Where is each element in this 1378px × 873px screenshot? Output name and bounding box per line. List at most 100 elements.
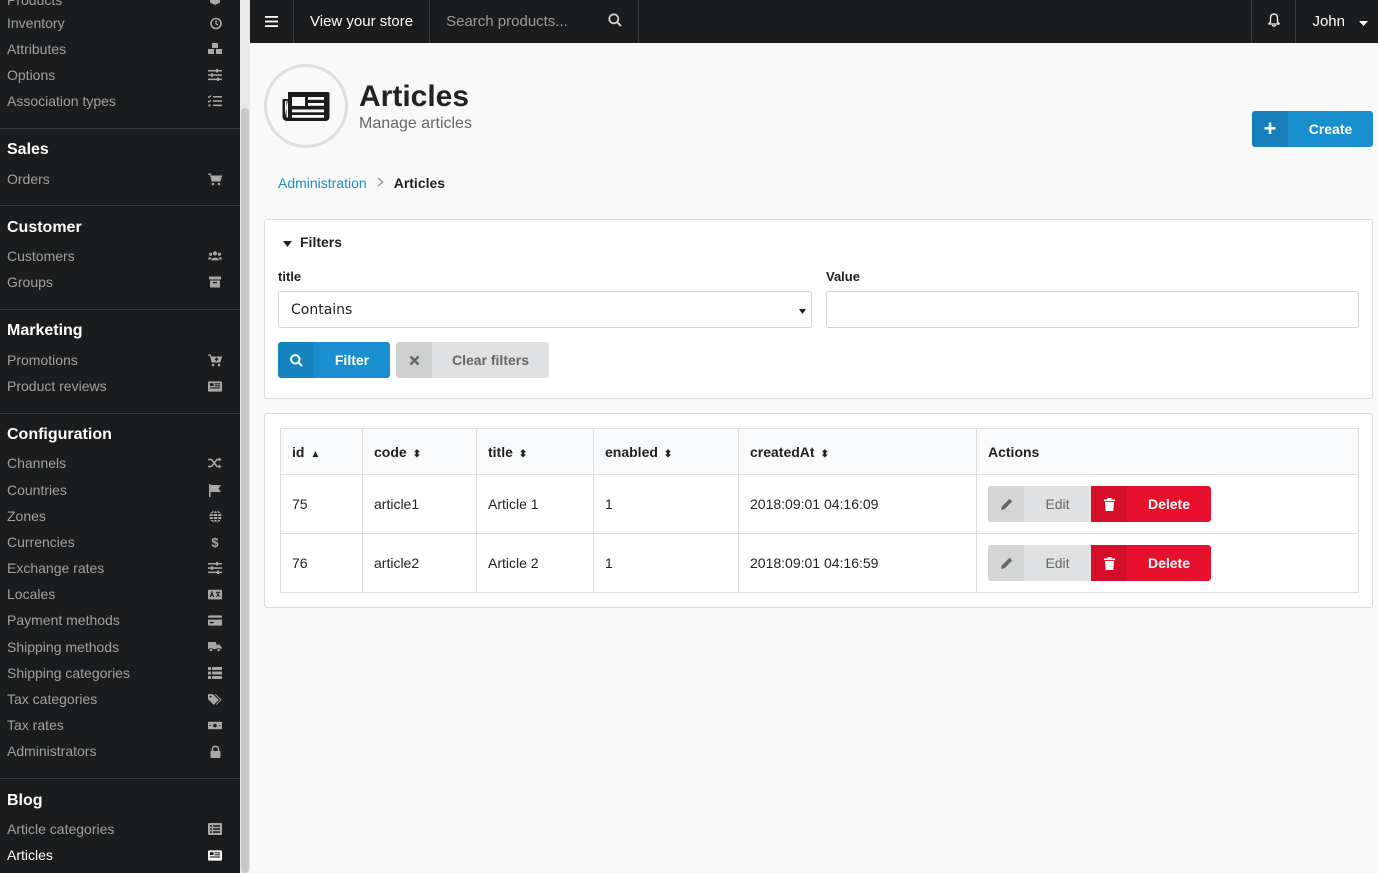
credit-card-icon: [208, 613, 222, 627]
sidebar-item-currencies[interactable]: Currencies $: [0, 529, 240, 555]
column-header-enabled[interactable]: enabled ⬍: [593, 428, 739, 475]
caret-down-icon: [799, 302, 806, 318]
sidebar-item-groups[interactable]: Groups: [0, 269, 240, 295]
cell-enabled: 1: [593, 474, 739, 534]
sidebar-item-zones[interactable]: Zones: [0, 503, 240, 529]
search-icon[interactable]: [608, 12, 622, 31]
sidebar-item-product-reviews[interactable]: Product reviews: [0, 373, 240, 399]
filter-button[interactable]: Filter: [278, 342, 390, 378]
sidebar-section-configuration: Configuration: [7, 426, 112, 443]
topbar-spacer: [639, 0, 1253, 43]
delete-button[interactable]: Delete: [1091, 545, 1211, 581]
sidebar-item-shipping-methods[interactable]: Shipping methods: [0, 634, 240, 660]
title-filter-type-value: Contains: [291, 301, 353, 318]
cell-actions: Edit Delete: [977, 534, 1359, 593]
sidebar-item-locales[interactable]: Locales: [0, 581, 240, 607]
tags-icon: [208, 692, 222, 706]
search-box[interactable]: Search products...: [430, 0, 640, 43]
archive-icon: [208, 275, 222, 289]
sidebar-item-tax-rates[interactable]: Tax rates: [0, 712, 240, 738]
chevron-right-icon: [377, 176, 384, 190]
sidebar-item-attributes[interactable]: Attributes: [0, 36, 240, 62]
user-menu[interactable]: John: [1296, 0, 1378, 43]
title-filter-type-select[interactable]: Contains: [278, 291, 812, 328]
breadcrumb-administration[interactable]: Administration: [278, 175, 367, 191]
sidebar-divider: [0, 205, 240, 206]
breadcrumb-current: Articles: [393, 175, 446, 191]
column-header-title[interactable]: title ⬍: [476, 428, 594, 475]
sidebar-item-exchange-rates[interactable]: Exchange rates: [0, 555, 240, 581]
cubes-icon: [208, 42, 222, 56]
cell-enabled: 1: [593, 533, 739, 593]
sidebar-item-orders[interactable]: Orders: [0, 166, 240, 192]
list-alt-icon: [208, 822, 222, 836]
cube-icon: [208, 0, 222, 7]
history-icon: [208, 16, 222, 30]
sidebar-item-article-categories[interactable]: Article categories: [0, 816, 240, 842]
view-store-link[interactable]: View your store: [294, 0, 431, 43]
column-header-code[interactable]: code ⬍: [362, 428, 477, 475]
topbar: View your store Search products... John: [250, 0, 1378, 43]
page-header-icon: [264, 64, 348, 148]
sort-asc-icon: ▲: [310, 448, 321, 460]
sidebar-item-promotions[interactable]: Promotions: [0, 347, 240, 373]
table-row: 75 article1 Article 1 1 2018:09:01 04:16…: [280, 474, 1359, 534]
menu-toggle-button[interactable]: [250, 0, 294, 43]
breadcrumb: Administration Articles: [278, 175, 445, 191]
globe-icon: [208, 509, 222, 523]
sidebar-divider: [0, 128, 240, 129]
table-header-row: id ▲ code ⬍ title ⬍ enabled ⬍ createdAt ⬍ Act…: [280, 428, 1359, 475]
sidebar-item-inventory[interactable]: Inventory: [0, 10, 240, 36]
column-header-id[interactable]: id ▲: [280, 428, 363, 475]
sidebar-item-payment-methods[interactable]: Payment methods: [0, 607, 240, 633]
notifications-button[interactable]: [1252, 0, 1297, 43]
search-input[interactable]: Search products...: [446, 13, 568, 30]
sidebar-item-customers[interactable]: Customers: [0, 243, 240, 269]
title-filter-label: title: [278, 269, 302, 284]
cell-code: article1: [362, 474, 477, 534]
newspaper-icon: [208, 848, 222, 862]
cell-title: Article 1: [476, 474, 594, 534]
users-icon: [208, 249, 222, 263]
tasks-icon: [208, 94, 222, 108]
sidebar-section-customer: Customer: [7, 219, 82, 236]
sidebar-scrollbar-thumb[interactable]: [241, 108, 249, 873]
edit-button[interactable]: Edit: [988, 486, 1091, 522]
filters-toggle[interactable]: Filters: [283, 234, 342, 250]
articles-table-card: id ▲ code ⬍ title ⬍ enabled ⬍ createdAt ⬍ Act…: [264, 413, 1373, 608]
filters-panel: Filters title Value Contains Filter Clea…: [264, 219, 1373, 399]
newspaper-icon: [282, 88, 330, 125]
edit-button-label: Edit: [1045, 496, 1070, 512]
column-header-actions: Actions: [976, 428, 1359, 475]
close-icon: [396, 342, 432, 378]
row-actions: Edit Delete: [988, 545, 1347, 581]
sidebar-item-administrators[interactable]: Administrators: [0, 738, 240, 764]
trash-icon: [1091, 545, 1127, 581]
sidebar-item-channels[interactable]: Channels: [0, 450, 240, 476]
sidebar-section-marketing: Marketing: [7, 322, 83, 339]
delete-button[interactable]: Delete: [1091, 486, 1211, 522]
edit-button[interactable]: Edit: [988, 545, 1091, 581]
sidebar-section-blog: Blog: [7, 792, 43, 809]
sidebar-item-association-types[interactable]: Association types: [0, 88, 240, 114]
page-subtitle: Manage articles: [359, 115, 472, 132]
sidebar-divider: [0, 413, 240, 414]
column-header-createdat[interactable]: createdAt ⬍: [738, 428, 977, 475]
clear-filters-button-label: Clear filters: [451, 352, 530, 368]
page-title: Articles: [359, 80, 470, 113]
clear-filters-button[interactable]: Clear filters: [396, 342, 549, 378]
sidebar-item-articles[interactable]: Articles: [0, 842, 240, 868]
cell-title: Article 2: [476, 533, 594, 593]
user-name: John: [1312, 13, 1345, 30]
create-button[interactable]: + Create: [1252, 111, 1373, 147]
sidebar-item-countries[interactable]: Countries: [0, 477, 240, 503]
sort-icon: ⬍: [663, 448, 673, 460]
sidebar-section-sales: Sales: [7, 141, 49, 158]
pencil-icon: [988, 486, 1024, 522]
money-icon: [208, 718, 222, 732]
sidebar-item-shipping-categories[interactable]: Shipping categories: [0, 660, 240, 686]
sidebar-item-options[interactable]: Options: [0, 62, 240, 88]
sidebar-item-tax-categories[interactable]: Tax categories: [0, 686, 240, 712]
title-filter-value-input[interactable]: [826, 291, 1359, 328]
cell-code: article2: [362, 533, 477, 593]
